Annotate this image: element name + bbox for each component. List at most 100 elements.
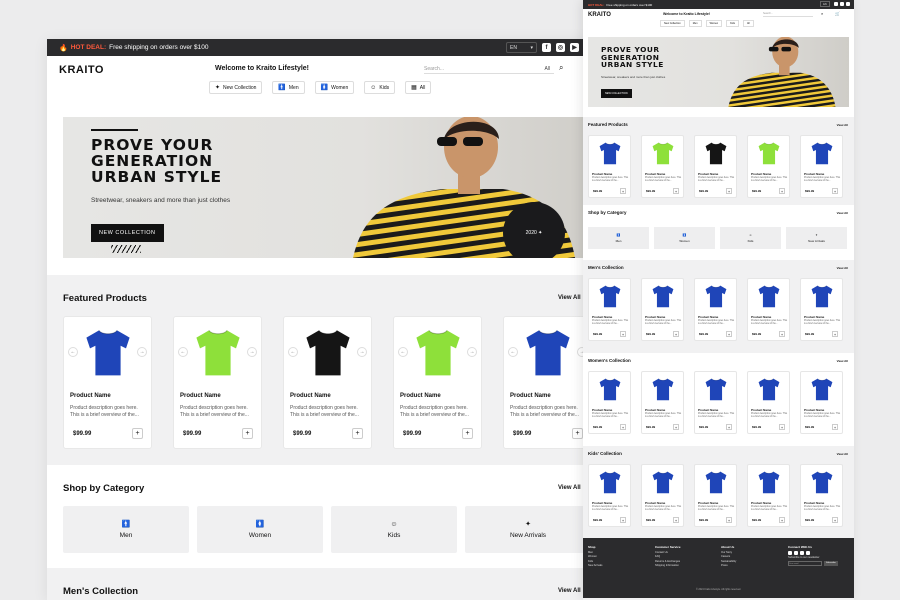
category-women-small[interactable]: 🚺 Women — [654, 227, 715, 249]
add-to-cart-button[interactable]: + — [620, 188, 626, 194]
add-to-cart-button[interactable]: + — [832, 517, 838, 523]
product-card-small[interactable]: Product Name Product description goes her… — [800, 278, 843, 341]
nav-new-collection[interactable]: ✦ New Collection — [209, 81, 263, 94]
featured-view-all-link[interactable]: View All — [558, 295, 581, 301]
category-men-small[interactable]: 🚹 Men — [588, 227, 649, 249]
nav-men[interactable]: 🚹 Men — [272, 81, 305, 94]
search-icon[interactable]: ⌕ — [559, 63, 563, 73]
nav-women[interactable]: 🚺 Women — [314, 81, 355, 94]
add-to-cart-button[interactable]: + — [352, 428, 363, 439]
logo-small[interactable]: KRAITO — [588, 12, 611, 18]
logo[interactable]: KRAITO — [59, 64, 104, 76]
youtube-icon[interactable]: ▶ — [570, 43, 579, 52]
add-to-cart-button[interactable]: + — [779, 188, 785, 194]
add-to-cart-button[interactable]: + — [779, 331, 785, 337]
nav-new-collection-small[interactable]: New Collection — [660, 20, 685, 27]
newsletter-email-input[interactable]: Your email — [788, 561, 822, 566]
chevron-right-icon[interactable]: → — [137, 347, 147, 357]
category-women[interactable]: 🚺 Women — [197, 506, 323, 553]
product-card[interactable]: ← → Product Name Product description goes h… — [503, 316, 592, 449]
add-to-cart-button[interactable]: + — [620, 331, 626, 337]
chevron-left-icon[interactable]: ← — [68, 347, 78, 357]
nav-kids[interactable]: ☺ Kids — [364, 81, 396, 94]
product-card[interactable]: ← → Product Name Product description goes h… — [283, 316, 372, 449]
product-card-small[interactable]: Product Name Product description goes her… — [694, 135, 737, 198]
pinterest-icon[interactable] — [806, 550, 810, 555]
nav-men-small[interactable]: Men — [688, 20, 702, 27]
instagram-icon[interactable] — [840, 2, 844, 6]
add-to-cart-button[interactable]: + — [832, 331, 838, 337]
add-to-cart-button[interactable]: + — [673, 331, 679, 337]
add-to-cart-button[interactable]: + — [726, 517, 732, 523]
search-filter[interactable]: All — [544, 66, 550, 72]
chevron-left-icon[interactable]: ← — [288, 347, 298, 357]
nav-kids-small[interactable]: Kids — [726, 20, 740, 27]
product-card-small[interactable]: Product Name Product description goes her… — [588, 371, 631, 434]
add-to-cart-button[interactable]: + — [726, 188, 732, 194]
product-card[interactable]: ← → Product Name Product description goes h… — [63, 316, 152, 449]
category-kids[interactable]: ☺ Kids — [331, 506, 457, 553]
chevron-right-icon[interactable]: → — [247, 347, 257, 357]
facebook-icon[interactable]: f — [542, 43, 551, 52]
new-collection-button-small[interactable]: NEW COLLECTION — [601, 89, 632, 98]
product-card-small[interactable]: Product Name Product description goes her… — [747, 464, 790, 527]
product-card-small[interactable]: Product Name Product description goes her… — [641, 371, 684, 434]
youtube-icon[interactable] — [846, 2, 850, 6]
nav-women-small[interactable]: Women — [705, 20, 723, 27]
new-collection-button[interactable]: NEW COLLECTION — [91, 224, 164, 242]
add-to-cart-button[interactable]: + — [779, 424, 785, 430]
search-input-small[interactable]: Search... — [763, 12, 813, 17]
product-card-small[interactable]: Product Name Product description goes her… — [641, 464, 684, 527]
product-card-small[interactable]: Product Name Product description goes her… — [588, 135, 631, 198]
product-card-small[interactable]: Product Name Product description goes her… — [747, 371, 790, 434]
product-card-small[interactable]: Product Name Product description goes her… — [800, 135, 843, 198]
product-card-small[interactable]: Product Name Product description goes her… — [588, 278, 631, 341]
search-icon[interactable]: ⌕ — [821, 11, 823, 16]
category-men[interactable]: 🚹 Men — [63, 506, 189, 553]
youtube-icon[interactable] — [800, 550, 804, 555]
product-card-small[interactable]: Product Name Product description goes her… — [694, 371, 737, 434]
chevron-left-icon[interactable]: ← — [508, 347, 518, 357]
chevron-right-icon[interactable]: → — [467, 347, 477, 357]
subscribe-button[interactable]: Subscribe — [824, 561, 838, 566]
category-view-all-link[interactable]: View All — [558, 485, 581, 491]
language-select-small[interactable]: EN — [820, 1, 830, 7]
product-card-small[interactable]: Product Name Product description goes her… — [800, 464, 843, 527]
category-new-arrivals[interactable]: ✦ New Arrivals — [465, 506, 591, 553]
nav-all[interactable]: ▦ All — [405, 81, 432, 94]
product-card-small[interactable]: Product Name Product description goes her… — [747, 278, 790, 341]
add-to-cart-button[interactable]: + — [620, 517, 626, 523]
product-card[interactable]: ← → Product Name Product description goes h… — [173, 316, 262, 449]
instagram-icon[interactable] — [794, 550, 798, 555]
chevron-left-icon[interactable]: ← — [178, 347, 188, 357]
instagram-icon[interactable]: ◎ — [556, 43, 565, 52]
language-select[interactable]: EN ▾ — [506, 42, 537, 53]
cart-icon[interactable]: 🛒 — [835, 11, 840, 16]
add-to-cart-button[interactable]: + — [620, 424, 626, 430]
add-to-cart-button[interactable]: + — [462, 428, 473, 439]
product-card-small[interactable]: Product Name Product description goes her… — [588, 464, 631, 527]
product-card-small[interactable]: Product Name Product description goes her… — [800, 371, 843, 434]
product-card-small[interactable]: Product Name Product description goes her… — [694, 278, 737, 341]
add-to-cart-button[interactable]: + — [132, 428, 143, 439]
add-to-cart-button[interactable]: + — [726, 331, 732, 337]
add-to-cart-button[interactable]: + — [832, 424, 838, 430]
mens-view-all-link[interactable]: View All — [558, 588, 581, 594]
add-to-cart-button[interactable]: + — [673, 517, 679, 523]
add-to-cart-button[interactable]: + — [572, 428, 583, 439]
product-card[interactable]: ← → Product Name Product description goes h… — [393, 316, 482, 449]
add-to-cart-button[interactable]: + — [726, 424, 732, 430]
category-new-arrivals-small[interactable]: ✦ New Arrivals — [786, 227, 847, 249]
category-kids-small[interactable]: ☺ Kids — [720, 227, 781, 249]
product-card-small[interactable]: Product Name Product description goes her… — [747, 135, 790, 198]
chevron-left-icon[interactable]: ← — [398, 347, 408, 357]
add-to-cart-button[interactable]: + — [673, 424, 679, 430]
chevron-right-icon[interactable]: → — [357, 347, 367, 357]
facebook-icon[interactable] — [834, 2, 838, 6]
search-input[interactable]: Search... All — [424, 64, 554, 74]
product-card-small[interactable]: Product Name Product description goes her… — [641, 278, 684, 341]
add-to-cart-button[interactable]: + — [673, 188, 679, 194]
nav-all-small[interactable]: All — [743, 20, 754, 27]
product-card-small[interactable]: Product Name Product description goes her… — [694, 464, 737, 527]
facebook-icon[interactable] — [788, 550, 792, 555]
